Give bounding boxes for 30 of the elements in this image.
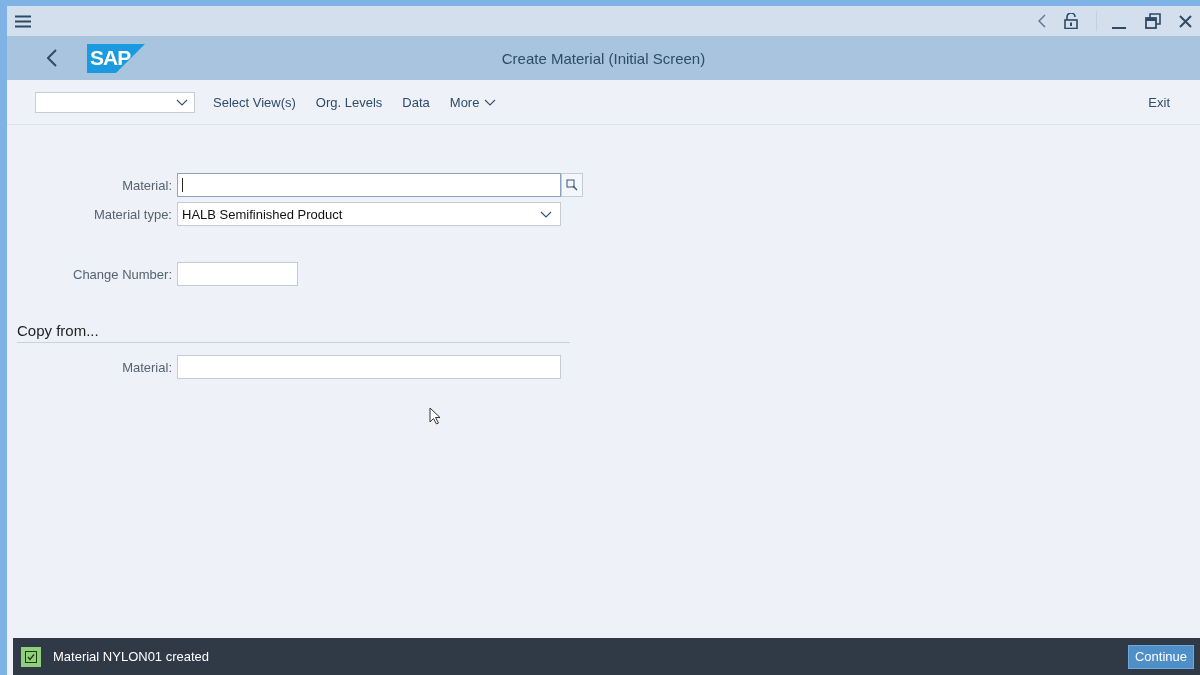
input-field[interactable] xyxy=(177,173,561,197)
dropdown-field[interactable] xyxy=(35,91,195,113)
field-label: Material type: xyxy=(92,206,173,222)
logo: SAP xyxy=(87,43,145,73)
back-icon[interactable] xyxy=(47,49,57,67)
input-field[interactable] xyxy=(177,355,561,379)
chevron-icon xyxy=(484,98,497,106)
back-icon[interactable] xyxy=(1038,14,1046,28)
status-message: Material NYLON01 created xyxy=(53,649,210,664)
exit-button[interactable]: Exit xyxy=(1138,90,1180,114)
toolbar-button[interactable]: Data xyxy=(392,90,440,114)
dropdown-field[interactable]: HALB Semifinished Product xyxy=(177,202,561,226)
chevron-icon xyxy=(176,98,188,106)
chevron-icon xyxy=(540,210,552,218)
toolbar-button[interactable]: Org. Levels xyxy=(305,90,393,114)
section-title: Copy from... xyxy=(17,322,99,339)
field-label: Material: xyxy=(121,177,173,193)
input-field[interactable] xyxy=(177,262,298,286)
window-title: Create Material (Initial Screen) xyxy=(501,49,706,67)
menu-icon[interactable] xyxy=(15,14,31,28)
unlocked-padlock-icon[interactable] xyxy=(1064,13,1078,29)
mouse-pointer-icon xyxy=(429,407,441,425)
restore-icon[interactable] xyxy=(1145,13,1161,29)
field-label: Change Number: xyxy=(72,266,173,282)
toolbar-button[interactable]: Select View(s) xyxy=(203,90,306,114)
field-label: Material: xyxy=(121,359,173,375)
search-icon xyxy=(566,179,578,191)
value-help-button[interactable] xyxy=(561,173,583,197)
close-icon[interactable] xyxy=(1179,14,1192,28)
more-menu-button[interactable]: More xyxy=(439,90,507,114)
